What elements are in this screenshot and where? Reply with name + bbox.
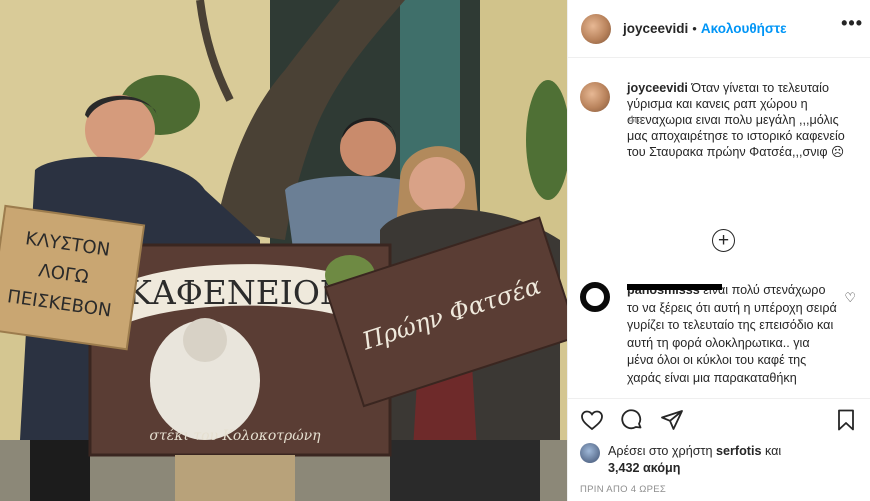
post-timestamp[interactable]: ΠΡΙΝ ΑΠΟ 4 ΩΡΕΣ — [580, 484, 666, 495]
comment: panosmisss είναι πολύ στενάχωρο το να ξέ… — [580, 282, 865, 396]
likes-middle: και — [761, 444, 782, 458]
likes-summary: Αρέσει στο χρήστη serfotis και 3,432 ακό… — [580, 443, 848, 477]
post-image: ΚΑΦΕΝΕΙΟΝ στέκι του Κολοκοτρώνη Πρώην Φα… — [0, 0, 567, 501]
post-caption: joyceevidi Όταν γίνεται το τελευταίο γύρ… — [580, 80, 865, 160]
liker-username[interactable]: serfotis — [716, 444, 762, 458]
liker-avatar[interactable] — [580, 443, 600, 463]
likes-prefix: Αρέσει στο χρήστη — [608, 444, 716, 458]
author-username[interactable]: joyceevidi — [623, 21, 688, 36]
caption-age: 4ω — [628, 114, 643, 126]
share-send-icon[interactable] — [660, 408, 684, 432]
author-avatar[interactable] — [581, 13, 611, 44]
sign-kafeneion-text: ΚΑΦΕΝΕΙΟΝ — [127, 273, 349, 312]
plus-icon: + — [717, 230, 730, 251]
caption-username[interactable]: joyceevidi — [627, 81, 688, 95]
header-separator: • — [692, 21, 697, 36]
likes-count[interactable]: 3,432 ακόμη — [608, 461, 680, 475]
load-more-comments-button[interactable]: + — [712, 229, 735, 252]
comment-text: είναι πολύ στενάχωρο το να ξέρεις ότι αυ… — [627, 283, 837, 385]
caption-avatar[interactable] — [580, 82, 610, 112]
post-actions: Αρέσει στο χρήστη serfotis και 3,432 ακό… — [568, 398, 870, 501]
post-header: joyceevidi • Ακολουθήστε ••• — [568, 0, 870, 58]
cardboard-sign: ΚΛΥΣΤΟΝ ΛΟΓΩ ΠΕΙΣΚΕΒΟΝ — [0, 204, 146, 351]
username-redaction — [627, 284, 722, 290]
like-heart-icon[interactable] — [580, 408, 604, 432]
commenter-avatar[interactable] — [580, 282, 610, 312]
post-photo[interactable]: ΚΑΦΕΝΕΙΟΝ στέκι του Κολοκοτρώνη Πρώην Φα… — [0, 0, 567, 501]
comment-body: panosmisss είναι πολύ στενάχωρο το να ξέ… — [627, 282, 839, 396]
caption-text-block: joyceevidi Όταν γίνεται το τελευταίο γύρ… — [627, 80, 859, 160]
post-side-panel: joyceevidi • Ακολουθήστε ••• joyceevidi … — [567, 0, 870, 501]
likes-text: Αρέσει στο χρήστη serfotis και 3,432 ακό… — [608, 443, 848, 477]
comment-like-heart-icon[interactable]: ♡ — [844, 290, 856, 306]
more-options-icon[interactable]: ••• — [841, 13, 863, 34]
sign-subtitle-text: στέκι του Κολοκοτρώνη — [149, 427, 321, 444]
comment-bubble-icon[interactable] — [620, 408, 644, 432]
follow-button[interactable]: Ακολουθήστε — [701, 21, 787, 36]
save-bookmark-icon[interactable] — [834, 408, 858, 432]
